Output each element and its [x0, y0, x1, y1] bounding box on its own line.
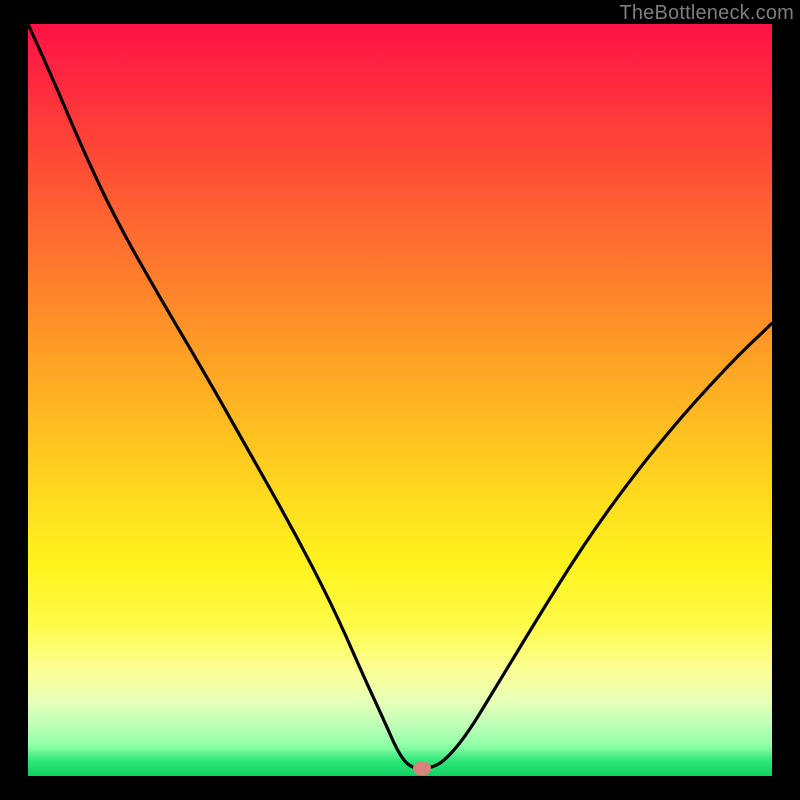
plot-area — [28, 24, 772, 776]
optimal-point-marker — [413, 762, 431, 775]
watermark-text: TheBottleneck.com — [619, 2, 794, 25]
bottleneck-curve — [28, 24, 772, 776]
chart-frame: TheBottleneck.com — [0, 0, 800, 800]
